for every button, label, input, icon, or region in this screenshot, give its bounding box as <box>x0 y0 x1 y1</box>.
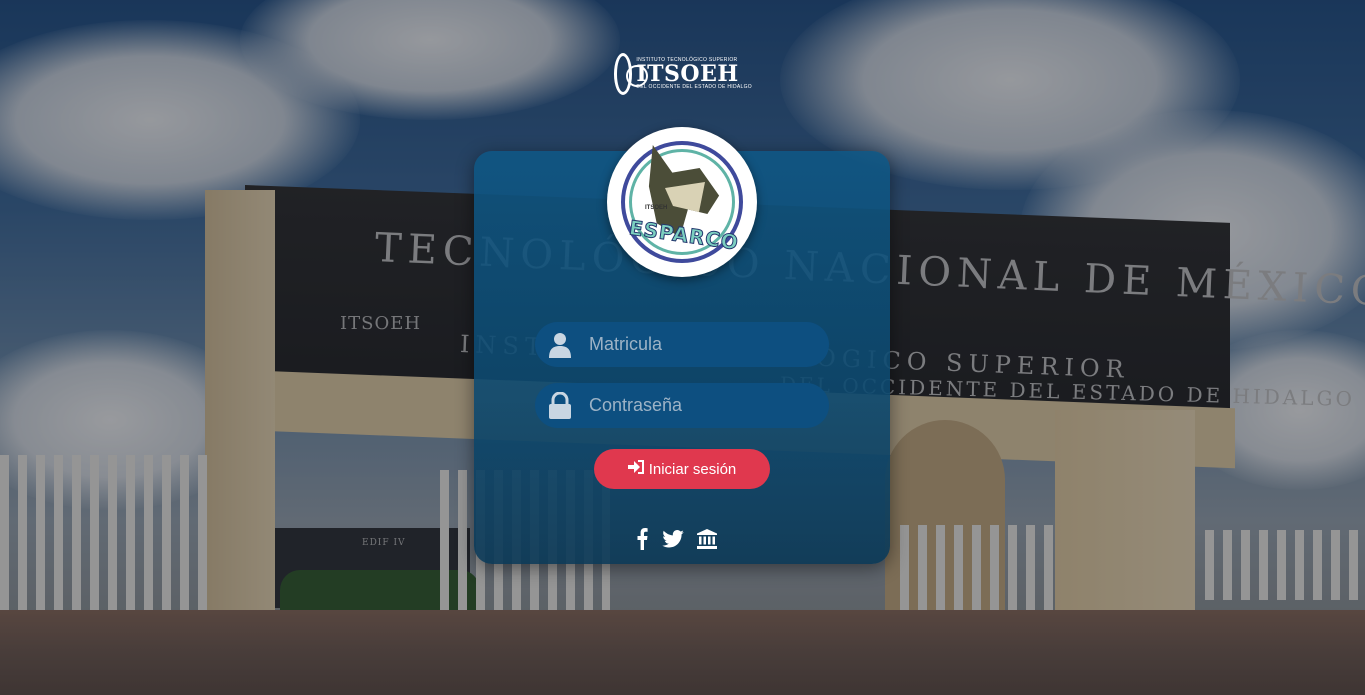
institution-icon <box>697 528 717 554</box>
twitter-icon <box>662 529 684 553</box>
institution-logo: INSTITUTO TECNOLÓGICO SUPERIOR ITSOEH DE… <box>614 50 752 98</box>
mascot-tag: ITSOEH <box>645 205 668 211</box>
twitter-link[interactable] <box>661 528 685 554</box>
logo-emblem-icon <box>614 53 649 95</box>
mascot-logo: ITSOEH ESPARCO <box>607 127 757 277</box>
sign-in-icon <box>627 460 644 478</box>
login-button[interactable]: Iniciar sesión <box>594 449 770 489</box>
institution-link[interactable] <box>696 528 718 554</box>
lock-icon <box>535 383 585 428</box>
logo-bottom-text: DEL OCCIDENTE DEL ESTADO DE HIDALGO <box>636 84 752 90</box>
password-input[interactable] <box>589 385 819 426</box>
user-icon <box>535 322 585 367</box>
username-input[interactable] <box>589 324 819 365</box>
logo-name: ITSOEH <box>636 61 739 87</box>
facebook-icon <box>636 527 648 555</box>
password-field[interactable] <box>535 383 829 428</box>
facebook-link[interactable] <box>634 527 650 555</box>
login-button-label: Iniciar sesión <box>648 460 737 478</box>
username-field[interactable] <box>535 322 829 367</box>
